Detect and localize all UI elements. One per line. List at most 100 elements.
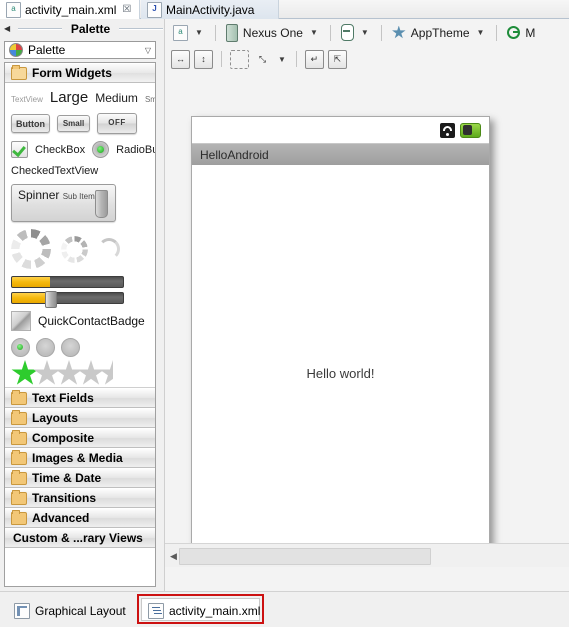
palette-category-transitions[interactable]: Transitions [5, 488, 155, 508]
palette-category-label: Layouts [32, 411, 79, 425]
tab-activity-main-xml[interactable]: activity_main.xml [148, 601, 260, 620]
chevron-down-icon[interactable]: ▼ [359, 28, 371, 37]
refresh-layout-button[interactable]: ↵ [304, 49, 324, 69]
activity-icon [507, 26, 521, 39]
toolbar-separator [496, 24, 498, 41]
editor-tab-mainactivity-java[interactable]: J MainActivity.java [141, 0, 279, 19]
device-selector[interactable]: Nexus One ▼ [225, 23, 320, 42]
progressbar-small-icon[interactable] [61, 235, 88, 263]
tab-label: Graphical Layout [35, 603, 126, 618]
palette-category-custom-library-views[interactable]: Custom & ...rary Views [5, 528, 155, 548]
widget-spinner[interactable]: Spinner Sub Item [11, 184, 116, 222]
widget-small-button[interactable]: Small [57, 115, 90, 132]
horizontal-scrollbar[interactable]: ◀ [165, 543, 569, 567]
widget-progressbar-horizontal[interactable] [11, 276, 124, 288]
activity-selector[interactable]: M [507, 26, 535, 40]
palette-checkedtextview-row: CheckedTextView [11, 165, 149, 177]
scrollbar-thumb[interactable] [179, 548, 431, 565]
widget-textview[interactable]: TextView [11, 95, 43, 104]
chevron-down-icon[interactable]: ▼ [193, 28, 205, 37]
orientation-icon [340, 24, 354, 41]
spinner-handle-icon [95, 190, 108, 218]
chevron-down-icon[interactable]: ▼ [475, 28, 487, 37]
app-title-bar: HelloAndroid [192, 143, 489, 165]
scroll-left-icon[interactable]: ◀ [170, 551, 177, 562]
palette-selector-combo[interactable]: Palette ▽ [4, 41, 156, 59]
palette-category-label: Custom & ...rary Views [13, 531, 143, 545]
palette-category-label: Images & Media [32, 451, 123, 465]
checkbox-icon[interactable] [11, 141, 28, 158]
chevron-down-icon[interactable]: ▽ [145, 46, 151, 55]
editor-tab-label: activity_main.xml [25, 2, 117, 17]
design-surface[interactable]: HelloAndroid Hello world! ◀ [165, 72, 569, 567]
activity-label: M [525, 25, 536, 40]
palette-category-time-date[interactable]: Time & Date [5, 468, 155, 488]
zoom-fit-button[interactable]: ⤡ [253, 50, 272, 69]
hello-world-textview[interactable]: Hello world! [192, 366, 489, 381]
widget-checkedtextview[interactable]: CheckedTextView [11, 165, 98, 177]
wifi-icon [440, 122, 455, 138]
radio-unselected-icon-1[interactable] [36, 338, 55, 357]
widget-seekbar[interactable] [11, 291, 124, 308]
device-icon [225, 23, 238, 42]
widget-quickcontactbadge-label[interactable]: QuickContactBadge [38, 314, 145, 328]
tab-graphical-layout[interactable]: Graphical Layout [14, 601, 126, 620]
palette-category-form-widgets[interactable]: Form Widgets [5, 63, 155, 83]
config-toolbar: a ▼ Nexus One ▼ ▼ AppTheme ▼ M [165, 19, 569, 46]
palette-quickcontactbadge-row: QuickContactBadge [11, 311, 149, 331]
widget-radiobutton-label[interactable]: RadioButton [116, 144, 155, 156]
widget-textview-large[interactable]: Large [50, 89, 88, 106]
palette-category-label: Composite [32, 431, 95, 445]
radio-unselected-icon-2[interactable] [61, 338, 80, 357]
folder-open-icon [11, 64, 27, 80]
config-file-icon: a [173, 24, 188, 41]
xml-file-icon: a [6, 1, 21, 18]
widget-textview-small[interactable]: Small [145, 95, 155, 104]
progressbar-arc-icon[interactable] [98, 238, 120, 260]
palette-category-layouts[interactable]: Layouts [5, 408, 155, 428]
palette-category-text-fields[interactable]: Text Fields [5, 388, 155, 408]
config-chooser-button[interactable]: a ▼ [173, 24, 205, 41]
chevron-down-icon[interactable]: ▼ [276, 55, 288, 64]
radio-selected-icon[interactable] [11, 338, 30, 357]
folder-icon [11, 409, 27, 425]
palette-checkbox-radio-row: CheckBox RadioButton [11, 141, 155, 158]
close-icon[interactable]: ☒ [122, 4, 131, 15]
graphical-layout-icon [14, 602, 30, 619]
layout-canvas-area: a ▼ Nexus One ▼ ▼ AppTheme ▼ M ↔ ↕ ⤡ ▼ ↵… [164, 19, 569, 591]
theme-selector[interactable]: AppTheme ▼ [392, 25, 487, 40]
palette-spinner-row: Spinner Sub Item [11, 184, 149, 222]
widget-button[interactable]: Button [11, 114, 50, 133]
show-included-button[interactable] [230, 49, 249, 69]
widget-textview-medium[interactable]: Medium [95, 91, 138, 105]
quickcontactbadge-icon [11, 311, 31, 331]
palette-category-label: Advanced [32, 511, 90, 525]
orientation-selector[interactable]: ▼ [340, 24, 371, 41]
palette-category-advanced[interactable]: Advanced [5, 508, 155, 528]
seekbar-thumb[interactable] [45, 291, 58, 308]
palette-category-composite[interactable]: Composite [5, 428, 155, 448]
widget-toggle-button[interactable]: OFF [97, 113, 137, 134]
radiobutton-icon[interactable] [92, 141, 110, 158]
app-content-area[interactable]: Hello world! [192, 165, 489, 567]
widget-checkbox-label[interactable]: CheckBox [35, 144, 85, 156]
match-width-button[interactable]: ↔ [171, 49, 190, 69]
collapse-left-icon[interactable]: ◀ [4, 24, 14, 33]
chevron-down-icon[interactable]: ▼ [308, 28, 320, 37]
palette-category-label: Transitions [32, 491, 97, 505]
progressbar-large-icon[interactable] [11, 229, 51, 269]
palette-category-images-media[interactable]: Images & Media [5, 448, 155, 468]
device-preview-frame[interactable]: HelloAndroid Hello world! [191, 116, 490, 567]
toolbar-separator [214, 24, 216, 41]
folder-icon [11, 509, 27, 525]
theme-label: AppTheme [410, 25, 470, 40]
folder-icon [11, 449, 27, 465]
palette-form-widgets-content: TextView Large Medium Small Button Small… [5, 83, 155, 388]
toggle-render-button[interactable]: ⇱ [327, 49, 347, 69]
match-height-button[interactable]: ↕ [194, 49, 213, 69]
seekbar-fill [12, 293, 50, 303]
editor-mode-tab-bar: Graphical Layout activity_main.xml [0, 591, 569, 627]
palette-widget-list[interactable]: Form Widgets TextView Large Medium Small… [4, 62, 156, 587]
battery-icon [460, 122, 481, 138]
editor-tab-activity-main-xml[interactable]: a activity_main.xml ☒ [0, 0, 140, 19]
